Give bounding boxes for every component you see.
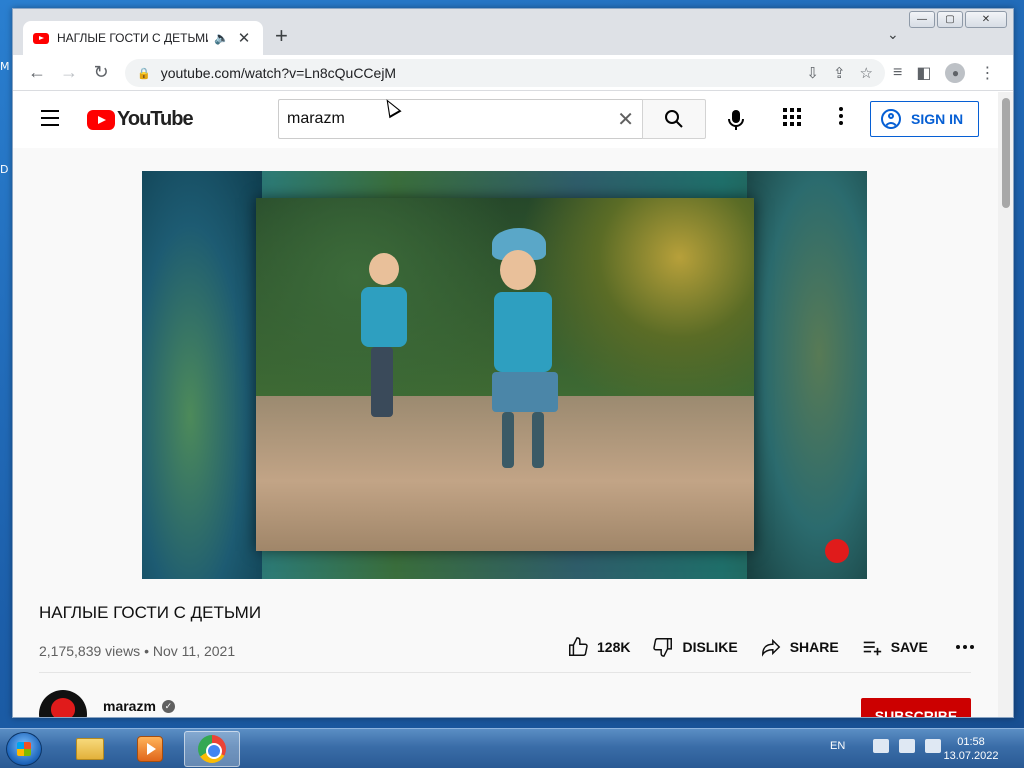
browser-tab[interactable]: НАГЛЫЕ ГОСТИ С ДЕТЬМИ 🔈 ✕ <box>23 21 263 55</box>
guide-menu-icon[interactable] <box>41 110 59 131</box>
url-text[interactable]: youtube.com/watch?v=Ln8cQuCCejM <box>161 65 807 81</box>
dislike-button[interactable]: DISLIKE <box>652 636 738 658</box>
youtube-favicon-icon <box>33 32 49 44</box>
share-button[interactable]: SHARE <box>760 636 839 658</box>
youtube-wordmark: YouTube <box>117 108 194 130</box>
window-controls: — ▢ ✕ <box>909 11 1007 28</box>
meta-separator: • <box>144 643 153 659</box>
youtube-header: YouTube marazm ✕ SIGN IN <box>13 92 998 148</box>
taskbar-explorer[interactable] <box>62 731 118 767</box>
system-tray: EN <box>830 739 942 753</box>
share-page-icon[interactable]: ⇪ <box>833 64 846 82</box>
desktop-label: M <box>0 60 10 73</box>
save-button[interactable]: SAVE <box>861 636 928 658</box>
side-panel-icon[interactable]: ◧ <box>916 63 931 83</box>
bookmark-star-icon[interactable]: ☆ <box>860 64 873 82</box>
language-indicator[interactable]: EN <box>830 740 845 752</box>
thumbs-down-icon <box>653 638 673 657</box>
back-button[interactable]: ← <box>21 62 53 83</box>
audio-playing-icon[interactable]: 🔈 <box>214 31 229 45</box>
chrome-icon <box>198 735 226 763</box>
minimize-button[interactable]: — <box>909 11 935 28</box>
share-label: SHARE <box>789 639 839 655</box>
search-query[interactable]: marazm <box>287 110 617 128</box>
channel-watermark-icon[interactable] <box>825 539 849 563</box>
taskbar-media-player[interactable] <box>122 731 178 767</box>
more-actions-icon[interactable] <box>955 645 974 649</box>
desktop-label: D <box>0 163 9 176</box>
like-count: 128K <box>597 639 631 655</box>
voice-search-button[interactable] <box>718 102 754 138</box>
settings-more-icon[interactable] <box>839 107 843 125</box>
view-count: 2,175,839 views <box>39 643 141 659</box>
video-metadata: 2,175,839 views • Nov 11, 2021 <box>39 643 235 659</box>
media-controls-icon[interactable]: ≡ <box>893 64 902 82</box>
browser-menu-icon[interactable]: ⋮ <box>979 63 995 83</box>
reload-button[interactable]: ↻ <box>85 62 117 83</box>
maximize-button[interactable]: ▢ <box>937 11 963 28</box>
divider <box>39 672 971 673</box>
sign-in-label: SIGN IN <box>911 111 964 127</box>
address-bar[interactable]: 🔒 youtube.com/watch?v=Ln8cQuCCejM ⇩ ⇪ ☆ <box>125 59 885 87</box>
channel-link[interactable]: marazm ✓ <box>103 698 175 714</box>
tab-search-chevron-icon[interactable]: ⌄ <box>887 26 899 43</box>
system-clock[interactable]: 01:58 13.07.2022 <box>936 735 1006 763</box>
video-actions: 128K DISLIKE SHARE SAVE <box>567 636 974 658</box>
sign-in-button[interactable]: SIGN IN <box>870 101 979 137</box>
youtube-play-icon <box>87 109 115 130</box>
network-icon[interactable] <box>899 739 916 753</box>
video-frame <box>256 198 754 551</box>
upload-date: Nov 11, 2021 <box>152 643 236 659</box>
channel-name[interactable]: marazm <box>103 698 156 714</box>
dislike-label: DISLIKE <box>682 639 738 655</box>
tab-title: НАГЛЫЕ ГОСТИ С ДЕТЬМИ <box>57 31 209 45</box>
playlist-add-icon <box>863 641 881 656</box>
video-player[interactable] <box>142 171 867 579</box>
browser-toolbar: ← → ↻ 🔒 youtube.com/watch?v=Ln8cQuCCejM … <box>13 55 1013 91</box>
search-button[interactable] <box>642 99 706 139</box>
clear-search-icon[interactable]: ✕ <box>617 107 634 132</box>
apps-grid-icon[interactable] <box>783 108 801 126</box>
video-title: НАГЛЫЕ ГОСТИ С ДЕТЬМИ <box>39 603 262 622</box>
action-center-icon[interactable] <box>873 739 890 753</box>
subscribe-button[interactable]: SUBSCRIBE <box>861 698 971 717</box>
new-tab-button[interactable]: + <box>275 24 288 48</box>
channel-avatar[interactable] <box>39 690 87 717</box>
tab-close-icon[interactable]: ✕ <box>235 29 253 47</box>
microphone-icon <box>728 110 744 130</box>
youtube-logo[interactable]: YouTube <box>87 108 194 131</box>
page-viewport: YouTube marazm ✕ SIGN IN НАГЛЫЕ ГОСТИ С … <box>13 92 998 717</box>
scrollbar-thumb[interactable] <box>1002 98 1010 208</box>
share-arrow-icon <box>761 638 780 657</box>
taskbar: EN 01:58 13.07.2022 <box>0 728 1024 768</box>
forward-button[interactable]: → <box>53 62 85 83</box>
taskbar-chrome[interactable] <box>184 731 240 767</box>
player-blur-right <box>747 171 867 579</box>
browser-window: НАГЛЫЕ ГОСТИ С ДЕТЬМИ 🔈 ✕ + ⌄ — ▢ ✕ ← → … <box>12 8 1014 718</box>
start-button[interactable] <box>6 732 42 766</box>
thumbs-up-icon <box>569 637 588 656</box>
verified-badge-icon: ✓ <box>161 699 175 713</box>
profile-avatar-icon[interactable]: ● <box>945 63 966 83</box>
page-scrollbar[interactable] <box>998 92 1013 717</box>
player-blur-left <box>142 171 262 579</box>
install-app-icon[interactable]: ⇩ <box>806 64 819 82</box>
folder-icon <box>76 738 104 760</box>
search-input[interactable]: marazm ✕ <box>278 99 642 139</box>
save-label: SAVE <box>890 639 928 655</box>
media-player-icon <box>137 736 163 762</box>
clock-date: 13.07.2022 <box>943 750 999 762</box>
like-button[interactable]: 128K <box>567 636 630 658</box>
account-icon <box>881 109 901 129</box>
lock-icon[interactable]: 🔒 <box>137 67 151 80</box>
close-window-button[interactable]: ✕ <box>965 11 1007 28</box>
tab-strip: НАГЛЫЕ ГОСТИ С ДЕТЬМИ 🔈 ✕ + ⌄ — ▢ ✕ <box>13 9 1013 55</box>
clock-time: 01:58 <box>957 736 985 748</box>
search-icon <box>665 110 683 128</box>
